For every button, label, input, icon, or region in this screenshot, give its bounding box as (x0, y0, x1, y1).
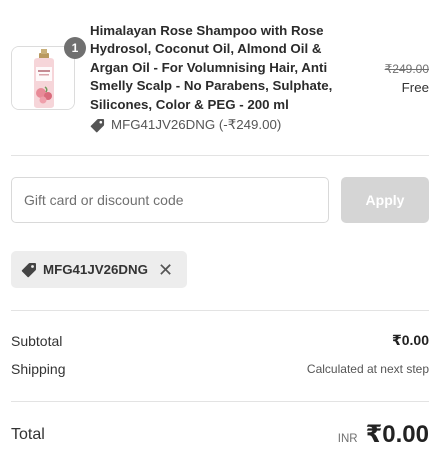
shipping-value: Calculated at next step (306, 362, 429, 376)
divider (11, 155, 429, 156)
discount-tag-icon (21, 262, 36, 277)
remove-discount-close-icon[interactable]: ✕ (158, 261, 173, 279)
subtotal-row: Subtotal ₹0.00 (11, 332, 429, 349)
item-price: Free (401, 80, 429, 95)
applied-code-text: MFG41JV26DNG (43, 262, 148, 277)
divider (11, 401, 429, 402)
applied-discount-chip: MFG41JV26DNG ✕ (11, 251, 187, 288)
subtotal-label: Subtotal (11, 332, 63, 349)
currency-code: INR (337, 433, 358, 445)
apply-button[interactable]: Apply (341, 177, 429, 223)
product-title: Himalayan Rose Shampoo with Rose Hydroso… (90, 23, 333, 112)
total-amount: INR ₹0.00 (338, 420, 429, 449)
line-item: 1 Himalayan Rose Shampoo with Rose Hydro… (11, 22, 433, 140)
product-thumbnail (11, 46, 75, 110)
discount-code-input[interactable] (11, 177, 329, 223)
discount-tag-icon (90, 118, 105, 132)
original-price: ₹249.00 (384, 62, 429, 76)
total-label: Total (11, 425, 45, 443)
shipping-label: Shipping (11, 361, 66, 377)
item-discount-text: MFG41JV26DNG (-₹249.00) (111, 117, 282, 132)
subtotal-value: ₹0.00 (392, 332, 429, 348)
quantity-badge: 1 (64, 37, 86, 59)
shipping-row: Shipping Calculated at next step (11, 361, 429, 377)
item-discount: MFG41JV26DNG (-₹249.00) (90, 117, 281, 133)
total-value: ₹0.00 (365, 421, 429, 448)
divider (11, 310, 429, 311)
shampoo-bottle-icon (12, 47, 74, 109)
total-row: Total INR ₹0.00 (11, 420, 429, 449)
